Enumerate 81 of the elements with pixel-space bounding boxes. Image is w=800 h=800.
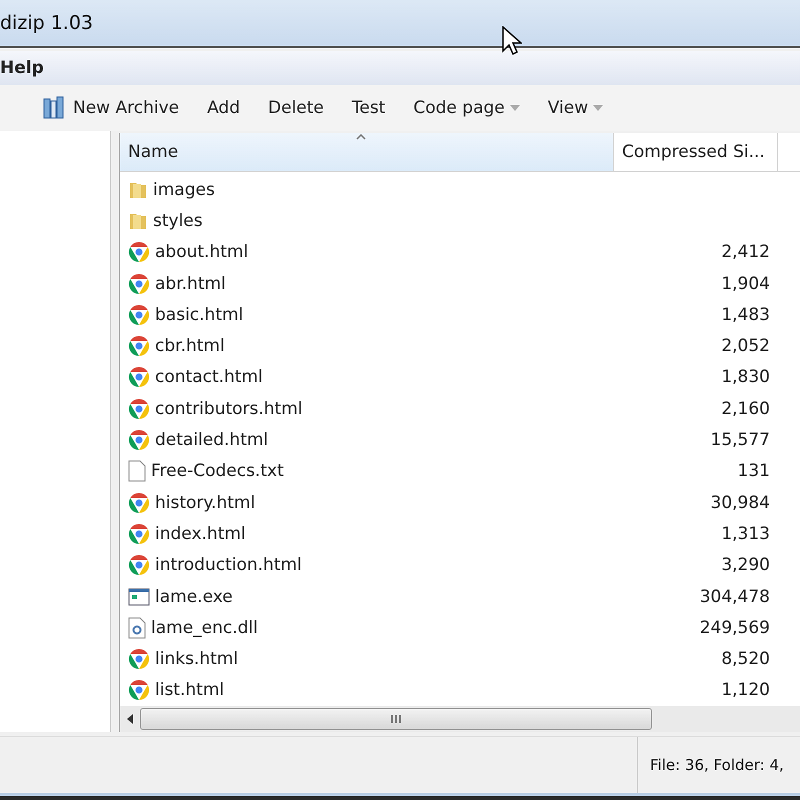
file-name-cell[interactable]: introduction.html bbox=[120, 554, 614, 576]
size-cell-text: 1,830 bbox=[720, 367, 770, 388]
gear-document-icon bbox=[128, 616, 146, 639]
file-name: basic.html bbox=[155, 304, 244, 325]
web-page-icon bbox=[128, 429, 150, 452]
file-name-cell[interactable]: cbr.html bbox=[120, 335, 614, 358]
file-name: about.html bbox=[155, 242, 248, 262]
web-page-icon bbox=[128, 335, 150, 358]
file-name-cell[interactable]: links.html bbox=[120, 648, 614, 670]
menu-item[interactable]: Help bbox=[0, 58, 44, 78]
size-cell-text: 15,577 bbox=[710, 430, 770, 450]
size-cell-text: 8,520 bbox=[720, 649, 770, 670]
size-cell-text: 2,160 bbox=[720, 398, 770, 419]
horizontal-scrollbar[interactable] bbox=[120, 706, 800, 732]
size-cell-text: 131 bbox=[736, 461, 770, 482]
mouse-cursor-icon bbox=[502, 26, 522, 56]
size-cell-text: 1,483 bbox=[720, 304, 770, 325]
file-name: contact.html bbox=[155, 367, 263, 388]
web-page-icon bbox=[128, 272, 150, 295]
file-name: Free-Codecs.txt bbox=[151, 461, 284, 482]
web-page-icon bbox=[128, 554, 150, 576]
file-name: contributors.html bbox=[155, 398, 303, 419]
file-name-cell[interactable]: detailed.html bbox=[120, 429, 614, 452]
column-header[interactable]: Name bbox=[120, 133, 614, 171]
file-name: links.html bbox=[155, 649, 238, 670]
file-name: cbr.html bbox=[155, 336, 225, 356]
toolbar-button[interactable]: Add bbox=[197, 94, 250, 122]
web-page-icon bbox=[128, 679, 150, 702]
web-page-icon bbox=[128, 304, 150, 326]
file-name: lame.exe bbox=[155, 586, 233, 606]
file-name-cell[interactable]: lame.exe bbox=[120, 586, 614, 606]
file-name: images bbox=[153, 180, 215, 200]
file-name: detailed.html bbox=[155, 430, 268, 450]
web-page-icon bbox=[128, 241, 150, 264]
document-icon bbox=[128, 460, 146, 482]
size-cell-text: 30,984 bbox=[710, 492, 770, 513]
size-cell-text: 2,412 bbox=[720, 242, 770, 262]
toolbar-button[interactable]: Delete bbox=[258, 94, 334, 122]
file-name-cell[interactable]: images bbox=[120, 180, 614, 200]
web-page-icon bbox=[128, 366, 150, 388]
grip-icon bbox=[391, 715, 401, 724]
file-name-cell[interactable]: lame_enc.dll bbox=[120, 616, 614, 639]
file-name-cell[interactable]: history.html bbox=[120, 492, 614, 514]
toolbar-button[interactable]: New Archive bbox=[32, 92, 190, 124]
size-cell-text: 304,478 bbox=[698, 586, 770, 606]
size-cell-text: 1,120 bbox=[720, 680, 770, 700]
window-title: dizip 1.03 bbox=[0, 12, 93, 34]
toolbar-button[interactable]: Code page bbox=[403, 94, 530, 122]
web-page-icon bbox=[128, 398, 150, 420]
dropdown-caret-icon bbox=[510, 105, 520, 111]
status-text: File: 36, Folder: 4, bbox=[637, 737, 800, 794]
file-name: lame_enc.dll bbox=[151, 618, 258, 638]
toolbar-button[interactable]: Test bbox=[342, 94, 396, 122]
file-name-cell[interactable]: about.html bbox=[120, 241, 614, 264]
size-cell-text: 1,313 bbox=[720, 524, 770, 544]
file-name: index.html bbox=[155, 524, 246, 544]
scrollbar-thumb[interactable] bbox=[140, 708, 652, 730]
file-name: introduction.html bbox=[155, 555, 302, 576]
file-name-cell[interactable]: index.html bbox=[120, 522, 614, 545]
program-icon bbox=[128, 586, 150, 606]
web-page-icon bbox=[128, 492, 150, 514]
file-name-cell[interactable]: contributors.html bbox=[120, 398, 614, 420]
web-page-icon bbox=[128, 648, 150, 670]
scroll-left-icon bbox=[126, 714, 134, 724]
file-name-cell[interactable]: styles bbox=[120, 210, 614, 231]
file-name: styles bbox=[153, 210, 203, 231]
web-page-icon bbox=[128, 522, 150, 545]
file-name-cell[interactable]: abr.html bbox=[120, 272, 614, 295]
size-cell-text: 1,904 bbox=[720, 274, 770, 294]
file-name: history.html bbox=[155, 492, 256, 513]
file-name-cell[interactable]: basic.html bbox=[120, 304, 614, 326]
file-name: list.html bbox=[155, 680, 224, 700]
file-name-cell[interactable]: contact.html bbox=[120, 366, 614, 388]
size-cell-text: 2,052 bbox=[720, 336, 770, 356]
file-name-cell[interactable]: Free-Codecs.txt bbox=[120, 460, 614, 482]
toolbar-button[interactable]: View bbox=[538, 94, 614, 122]
dropdown-caret-icon bbox=[593, 105, 604, 111]
file-name-cell[interactable]: list.html bbox=[120, 679, 614, 702]
file-name: abr.html bbox=[155, 274, 226, 294]
size-cell-text: 3,290 bbox=[720, 555, 770, 576]
size-cell-text: 249,569 bbox=[698, 618, 770, 638]
